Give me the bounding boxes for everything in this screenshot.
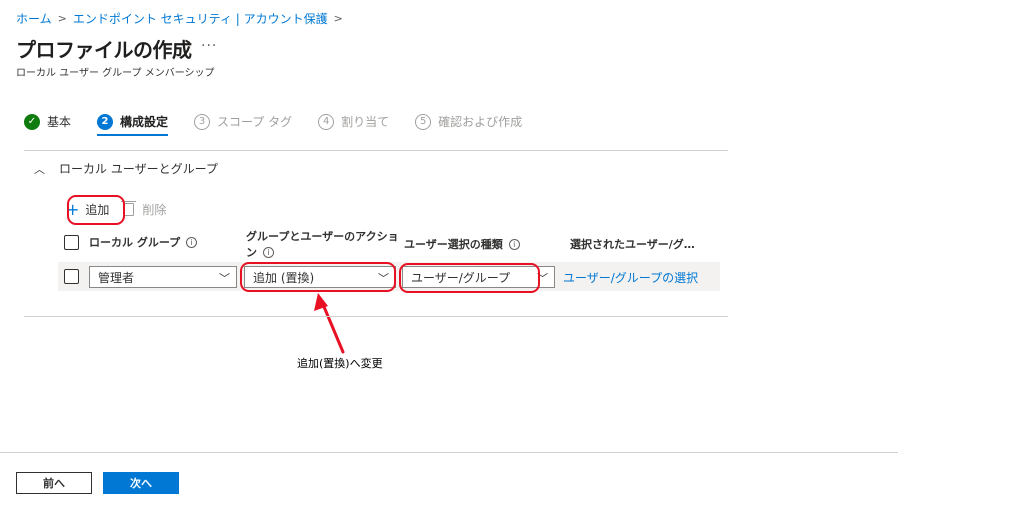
section-title: ローカル ユーザーとグループ xyxy=(59,162,218,176)
header-action: グループとユーザーのアクショ ン i xyxy=(246,228,399,260)
breadcrumb: ホーム > エンドポイント セキュリティ | アカウント保護 > xyxy=(16,10,349,27)
local-group-dropdown[interactable]: 管理者 ﹀ xyxy=(89,266,237,288)
header-label: ローカル グループ xyxy=(89,236,181,249)
table-header: ローカル グループ i グループとユーザーのアクショ ン i ユーザー選択の種類… xyxy=(64,228,724,260)
previous-button[interactable]: 前へ xyxy=(16,472,92,494)
select-all-checkbox[interactable] xyxy=(64,234,79,250)
header-label: グループとユーザーのアクショ xyxy=(246,230,399,243)
chevron-up-icon: ︿ xyxy=(34,162,45,176)
step-number: 5 xyxy=(415,113,432,130)
step-review-create[interactable]: 5 確認および作成 xyxy=(415,113,522,136)
chevron-down-icon: ﹀ xyxy=(219,272,230,285)
delete-button[interactable]: 削除 xyxy=(121,201,167,218)
dropdown-value: 管理者 xyxy=(98,270,135,285)
step-configuration[interactable]: 2 構成設定 xyxy=(97,113,169,136)
step-number: 3 xyxy=(194,113,211,130)
step-label: 確認および作成 xyxy=(438,115,523,129)
step-label: スコープ タグ xyxy=(217,115,293,129)
more-options-icon[interactable]: ··· xyxy=(201,38,217,54)
chevron-right-icon: > xyxy=(333,12,343,25)
page-subtitle: ローカル ユーザー グループ メンバーシップ xyxy=(16,68,215,79)
page-title: プロファイルの作成 xyxy=(16,38,192,62)
divider xyxy=(24,150,728,151)
step-number: 4 xyxy=(318,113,335,130)
breadcrumb-home-link[interactable]: ホーム xyxy=(16,10,52,27)
step-label: 割り当て xyxy=(341,115,390,129)
header-label-wrap: ン i xyxy=(246,244,274,260)
header-label: ン xyxy=(246,246,257,259)
step-scope-tags[interactable]: 3 スコープ タグ xyxy=(194,113,292,136)
header-local-group: ローカル グループ i xyxy=(64,234,198,250)
row-checkbox[interactable] xyxy=(64,269,79,284)
highlight-selection-type xyxy=(399,263,540,293)
delete-button-label: 削除 xyxy=(142,203,167,217)
divider xyxy=(24,316,728,317)
select-users-link[interactable]: ユーザー/グループの選択 xyxy=(563,269,698,286)
breadcrumb-parent-link[interactable]: エンドポイント セキュリティ | アカウント保護 xyxy=(73,10,328,27)
check-icon: ✓ xyxy=(24,113,40,130)
info-icon[interactable]: i xyxy=(263,246,274,258)
info-icon[interactable]: i xyxy=(186,236,198,248)
annotation-text: 追加(置換)へ変更 xyxy=(297,357,383,370)
step-assignments[interactable]: 4 割り当て xyxy=(318,113,389,136)
highlight-add-button xyxy=(67,195,125,225)
divider xyxy=(0,452,898,453)
next-button[interactable]: 次へ xyxy=(103,472,179,494)
step-label: 基本 xyxy=(47,115,72,129)
step-label: 構成設定 xyxy=(120,115,169,129)
section-toggle[interactable]: ︿ ローカル ユーザーとグループ xyxy=(34,160,218,177)
header-selection-type: ユーザー選択の種類 i xyxy=(404,236,520,252)
header-label: ユーザー選択の種類 xyxy=(404,238,503,251)
trash-icon xyxy=(121,201,137,216)
info-icon[interactable]: i xyxy=(508,238,520,250)
step-number: 2 xyxy=(97,113,114,130)
header-selected-users: 選択されたユーザー/グ… xyxy=(570,238,695,251)
step-basics[interactable]: ✓ 基本 xyxy=(24,113,71,136)
chevron-right-icon: > xyxy=(57,12,67,25)
wizard-steps: ✓ 基本 2 構成設定 3 スコープ タグ 4 割り当て 5 確認および作成 xyxy=(24,113,548,136)
highlight-action-dropdown xyxy=(240,262,396,292)
